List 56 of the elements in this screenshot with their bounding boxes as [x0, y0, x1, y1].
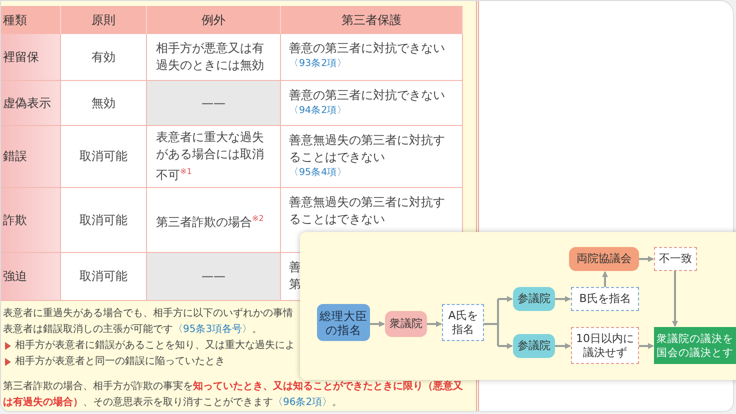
cell-text: 第 [289, 276, 302, 293]
arrow [555, 343, 571, 349]
arrow [672, 271, 678, 327]
arrow [555, 296, 571, 302]
result-box: A氏を 指名 [442, 304, 484, 341]
arrow [639, 343, 654, 349]
table-cell: 第三者詐欺の場合$^{※2}$ [147, 188, 281, 253]
table-cell: 取消可能 [61, 126, 147, 188]
table-cell: 取消可能 [61, 253, 147, 301]
result-box: B氏を指名 [571, 287, 639, 311]
bullet-icon [5, 358, 11, 366]
table-cell: 強迫 [1, 253, 61, 301]
process-box: 参議院 [513, 334, 555, 358]
column-header: 第三者保護 [281, 6, 463, 34]
process-box: 両院協議会 [569, 247, 639, 271]
cell-text: ることはできない [289, 149, 386, 166]
process-box: 衆議院 [385, 311, 427, 337]
table-cell: 虚偽表示 [1, 81, 61, 126]
cell-text: 善意無過失の第三者に対抗す [289, 132, 446, 149]
cell-text: 善意無過失の第三者に対抗す [289, 194, 446, 211]
article-link[interactable]: 〈94条2項〉 [289, 104, 348, 118]
arrow [427, 321, 442, 327]
table-cell: 表意者に重大な過失がある場合には取消不可$^{※1}$ [147, 126, 281, 188]
table-cell: 無効 [61, 81, 147, 126]
bullet-icon [5, 342, 11, 350]
arrow [370, 321, 385, 327]
final-box: 衆議院の議決を 国会の議決とす [654, 327, 736, 364]
process-box: 参議院 [513, 287, 555, 311]
table-cell: 相手方が悪意又は有過失のときには無効 [147, 34, 281, 81]
arrow [639, 256, 654, 262]
note-text: 第三者詐欺の場合、相手方が詐欺の事実を知っていたとき、又は知ることができたときに限り（悪意又は有過失の場合）、その意思表示を取り消すことができます〈96条2項〉。 [3, 380, 464, 410]
note-text: 表意者は錯誤取消しの主張が可能です〈95条3項各号〉。 [3, 322, 262, 337]
result-box: 不一致 [654, 247, 697, 271]
note-text: 表意者に重過失がある場合でも、相手方に以下のいずれかの事情 [3, 306, 293, 321]
article-link[interactable]: 〈93条2項〉 [289, 57, 348, 71]
table-cell: 錯誤 [1, 126, 61, 188]
cell-text: 善 [289, 259, 302, 276]
column-header: 種類 [1, 6, 61, 34]
table-cell: 取消可能 [61, 188, 147, 253]
result-box: 10日以内に 議決せず [571, 327, 639, 364]
cell-text: 善意の第三者に対抗できない [289, 87, 446, 104]
table-cell: —— [147, 81, 281, 126]
process-box: 総理大臣 の指名 [317, 304, 370, 341]
table-cell: 有効 [61, 34, 147, 81]
table-cell: —— [147, 253, 281, 301]
table-cell: 詐欺 [1, 188, 61, 253]
note-text: 相手方が表意者に錯誤があることを知り、又は重大な過失によ [15, 338, 295, 353]
article-link[interactable]: 〈95条4項〉 [289, 166, 348, 180]
column-header: 例外 [147, 6, 281, 34]
note-text: 相手方が表意者と同一の錯誤に陥っていたとき [15, 354, 225, 369]
column-header: 原則 [61, 6, 147, 34]
cell-text: 善意の第三者に対抗できない [289, 40, 446, 57]
table-cell: 裡留保 [1, 34, 61, 81]
branch-arrow [483, 296, 513, 349]
cell-text: ることはできない [289, 211, 386, 228]
arrow [602, 271, 608, 287]
